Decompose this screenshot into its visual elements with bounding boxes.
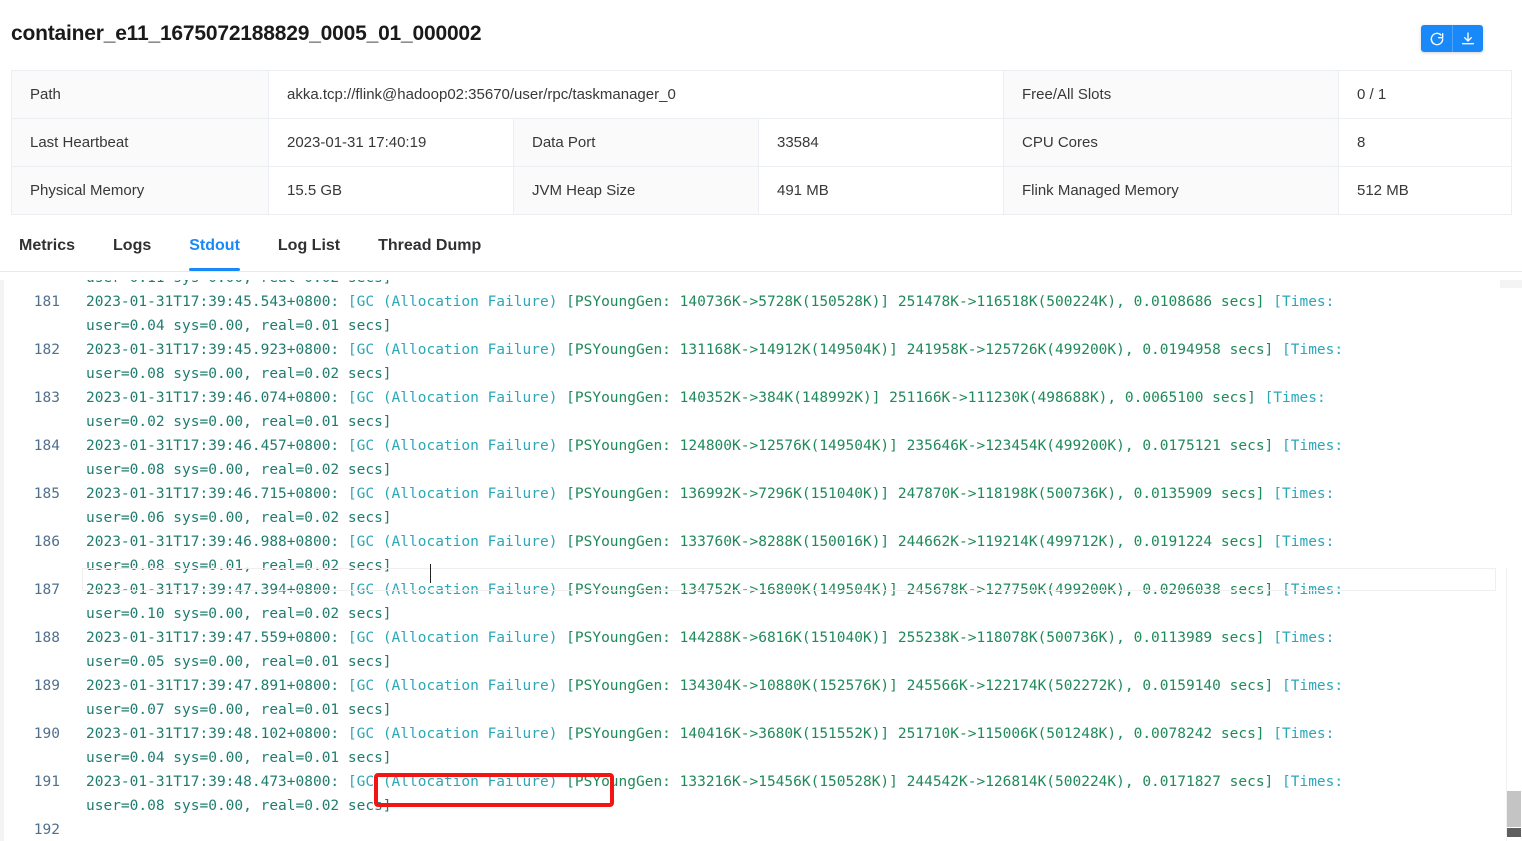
line-number: 191 — [33, 774, 60, 790]
download-icon — [1460, 31, 1476, 47]
log-line-continuation[interactable]: user=0.10 sys=0.00, real=0.02 secs] — [4, 602, 1500, 626]
log-line-continuation[interactable]: user=0.07 sys=0.00, real=0.01 secs] — [4, 698, 1500, 722]
refresh-button[interactable] — [1421, 25, 1452, 52]
log-line-text: user=0.11 sys=0.00, real=0.02 secs] — [86, 280, 392, 290]
page-title: container_e11_1675072188829_0005_01_0000… — [11, 22, 482, 45]
line-number: 188 — [33, 630, 60, 646]
info-value-jvm-heap-size: 491 MB — [758, 166, 1004, 215]
info-label-data-port: Data Port — [513, 118, 759, 167]
line-number: 189 — [33, 678, 60, 694]
line-number: 192 — [33, 822, 60, 838]
log-line-clipped: user=0.11 sys=0.00, real=0.02 secs] — [4, 280, 1500, 290]
table-row: Path akka.tcp://flink@hadoop02:35670/use… — [11, 70, 1512, 119]
info-label-jvm-heap-size: JVM Heap Size — [513, 166, 759, 215]
log-line[interactable]: 184 2023-01-31T17:39:46.457+0800: [GC (Al… — [4, 434, 1500, 458]
log-line-continuation[interactable]: user=0.08 sys=0.00, real=0.02 secs] — [4, 794, 1500, 818]
log-line-continuation[interactable]: user=0.02 sys=0.00, real=0.01 secs] — [4, 410, 1500, 434]
line-number: 190 — [33, 726, 60, 742]
info-table-body: Path akka.tcp://flink@hadoop02:35670/use… — [11, 70, 1512, 215]
log-line-text: 2023-01-31T17:39:45.543+0800: [GC (Alloc… — [86, 294, 1335, 310]
log-line-text: user=0.05 sys=0.00, real=0.01 secs] — [86, 654, 392, 670]
line-number: 186 — [33, 534, 60, 550]
log-action-buttons — [1421, 25, 1483, 52]
log-line[interactable]: 189 2023-01-31T17:39:47.891+0800: [GC (Al… — [4, 674, 1500, 698]
log-line-text: 2023-01-31T17:39:46.988+0800: [GC (Alloc… — [86, 534, 1335, 550]
info-label-cpu-cores: CPU Cores — [1003, 118, 1339, 167]
log-line-text: 2023-01-31T17:39:45.923+0800: [GC (Alloc… — [86, 342, 1344, 358]
table-row: Physical Memory 15.5 GB JVM Heap Size 49… — [11, 166, 1512, 215]
log-line[interactable]: 187 2023-01-31T17:39:47.394+0800: [GC (Al… — [4, 578, 1500, 602]
log-line-text: 2023-01-31T17:39:47.891+0800: [GC (Alloc… — [86, 678, 1344, 694]
taskmanager-info-table: Path akka.tcp://flink@hadoop02:35670/use… — [11, 70, 1512, 215]
download-button[interactable] — [1452, 25, 1483, 52]
log-scroll-container[interactable]: user=0.11 sys=0.00, real=0.02 secs] 181 20… — [4, 280, 1500, 841]
log-line-text: 2023-01-31T17:39:47.559+0800: [GC (Alloc… — [86, 630, 1335, 646]
vertical-scrollbar-thumb[interactable] — [1507, 791, 1521, 827]
log-line-continuation[interactable]: user=0.05 sys=0.00, real=0.01 secs] — [4, 650, 1500, 674]
info-value-data-port: 33584 — [758, 118, 1004, 167]
log-line-trailing[interactable]: 192 — [4, 818, 1500, 841]
line-number: 183 — [33, 390, 60, 406]
log-line-text: 2023-01-31T17:39:46.074+0800: [GC (Alloc… — [86, 390, 1326, 406]
log-line-text: user=0.08 sys=0.00, real=0.02 secs] — [86, 462, 392, 478]
tab-metrics[interactable]: Metrics — [0, 224, 94, 271]
detail-tabs: Metrics Logs Stdout Log List Thread Dump — [0, 224, 1522, 272]
line-number: 185 — [33, 486, 60, 502]
log-line[interactable]: 182 2023-01-31T17:39:45.923+0800: [GC (Al… — [4, 338, 1500, 362]
log-line-text: user=0.04 sys=0.00, real=0.01 secs] — [86, 750, 392, 766]
info-label-last-heartbeat: Last Heartbeat — [11, 118, 269, 167]
log-line-text: user=0.08 sys=0.00, real=0.02 secs] — [86, 366, 392, 382]
tab-thread-dump[interactable]: Thread Dump — [359, 224, 500, 271]
taskmanager-detail-page: container_e11_1675072188829_0005_01_0000… — [0, 0, 1522, 841]
line-number: 187 — [33, 582, 60, 598]
log-line-text: user=0.07 sys=0.00, real=0.01 secs] — [86, 702, 392, 718]
info-label-free-all-slots: Free/All Slots — [1003, 70, 1339, 119]
info-value-free-all-slots: 0 / 1 — [1338, 70, 1512, 119]
refresh-icon — [1429, 31, 1445, 47]
log-line[interactable]: 183 2023-01-31T17:39:46.074+0800: [GC (Al… — [4, 386, 1500, 410]
log-line-text: 2023-01-31T17:39:48.473+0800: [GC (Alloc… — [86, 774, 1344, 790]
line-number: 182 — [33, 342, 60, 358]
log-line[interactable]: 186 2023-01-31T17:39:46.988+0800: [GC (Al… — [4, 530, 1500, 554]
log-line-continuation[interactable]: user=0.08 sys=0.00, real=0.02 secs] — [4, 362, 1500, 386]
table-row: Last Heartbeat 2023-01-31 17:40:19 Data … — [11, 118, 1512, 167]
log-line-text: user=0.02 sys=0.00, real=0.01 secs] — [86, 414, 392, 430]
info-value-flink-managed-memory: 512 MB — [1338, 166, 1512, 215]
log-line[interactable]: 188 2023-01-31T17:39:47.559+0800: [GC (Al… — [4, 626, 1500, 650]
log-line-continuation[interactable]: user=0.08 sys=0.01, real=0.02 secs] — [4, 554, 1500, 578]
log-line-continuation[interactable]: user=0.04 sys=0.00, real=0.01 secs] — [4, 746, 1500, 770]
info-value-path: akka.tcp://flink@hadoop02:35670/user/rpc… — [268, 70, 1004, 119]
log-line-text: 2023-01-31T17:39:46.715+0800: [GC (Alloc… — [86, 486, 1335, 502]
log-line-text: 2023-01-31T17:39:46.457+0800: [GC (Alloc… — [86, 438, 1344, 454]
line-number: 184 — [33, 438, 60, 454]
log-line-text: user=0.08 sys=0.00, real=0.02 secs] — [86, 798, 392, 814]
log-line[interactable]: 191 2023-01-31T17:39:48.473+0800: [GC (Al… — [4, 770, 1500, 794]
log-line[interactable]: 190 2023-01-31T17:39:48.102+0800: [GC (Al… — [4, 722, 1500, 746]
log-line-continuation[interactable]: user=0.08 sys=0.00, real=0.02 secs] — [4, 458, 1500, 482]
info-label-flink-managed-memory: Flink Managed Memory — [1003, 166, 1339, 215]
log-line-text: user=0.08 sys=0.01, real=0.02 secs] — [86, 558, 392, 574]
info-value-physical-memory: 15.5 GB — [268, 166, 514, 215]
log-line[interactable]: 185 2023-01-31T17:39:46.715+0800: [GC (Al… — [4, 482, 1500, 506]
stdout-log-panel: user=0.11 sys=0.00, real=0.02 secs] 181 20… — [0, 280, 1522, 841]
info-label-physical-memory: Physical Memory — [11, 166, 269, 215]
log-line-text: user=0.06 sys=0.00, real=0.02 secs] — [86, 510, 392, 526]
log-line-continuation[interactable]: user=0.06 sys=0.00, real=0.02 secs] — [4, 506, 1500, 530]
log-line-text: 2023-01-31T17:39:48.102+0800: [GC (Alloc… — [86, 726, 1335, 742]
info-value-last-heartbeat: 2023-01-31 17:40:19 — [268, 118, 514, 167]
tab-logs[interactable]: Logs — [94, 224, 170, 271]
text-caret — [430, 564, 431, 583]
info-label-path: Path — [11, 70, 269, 119]
log-line-text: user=0.04 sys=0.00, real=0.01 secs] — [86, 318, 392, 334]
vertical-scrollbar-thumb-dark[interactable] — [1507, 828, 1521, 837]
info-value-cpu-cores: 8 — [1338, 118, 1512, 167]
log-line[interactable]: 181 2023-01-31T17:39:45.543+0800: [GC (Al… — [4, 290, 1500, 314]
log-line-continuation[interactable]: user=0.04 sys=0.00, real=0.01 secs] — [4, 314, 1500, 338]
log-code-body[interactable]: user=0.11 sys=0.00, real=0.02 secs] 181 20… — [4, 280, 1500, 841]
line-number: 181 — [33, 294, 60, 310]
log-line-text: user=0.10 sys=0.00, real=0.02 secs] — [86, 606, 392, 622]
tab-stdout[interactable]: Stdout — [170, 224, 259, 271]
tab-log-list[interactable]: Log List — [259, 224, 359, 271]
log-line-text: 2023-01-31T17:39:47.394+0800: [GC (Alloc… — [86, 582, 1344, 598]
